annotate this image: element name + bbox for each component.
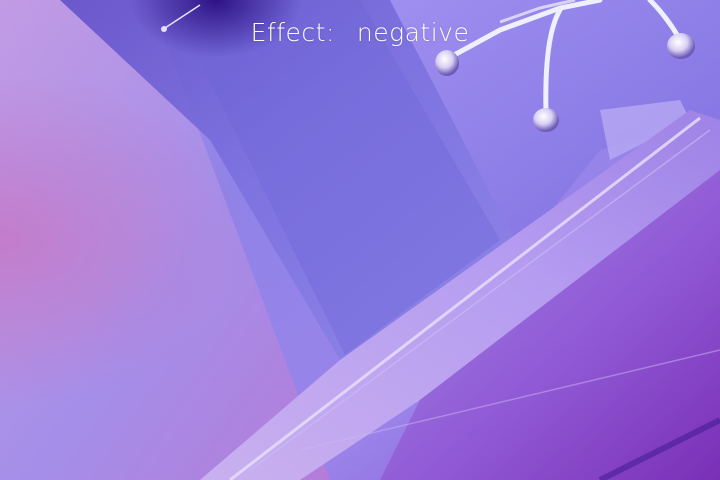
camera-preview-image <box>0 0 720 480</box>
camera-viewfinder[interactable]: Effect: negative <box>0 0 720 480</box>
